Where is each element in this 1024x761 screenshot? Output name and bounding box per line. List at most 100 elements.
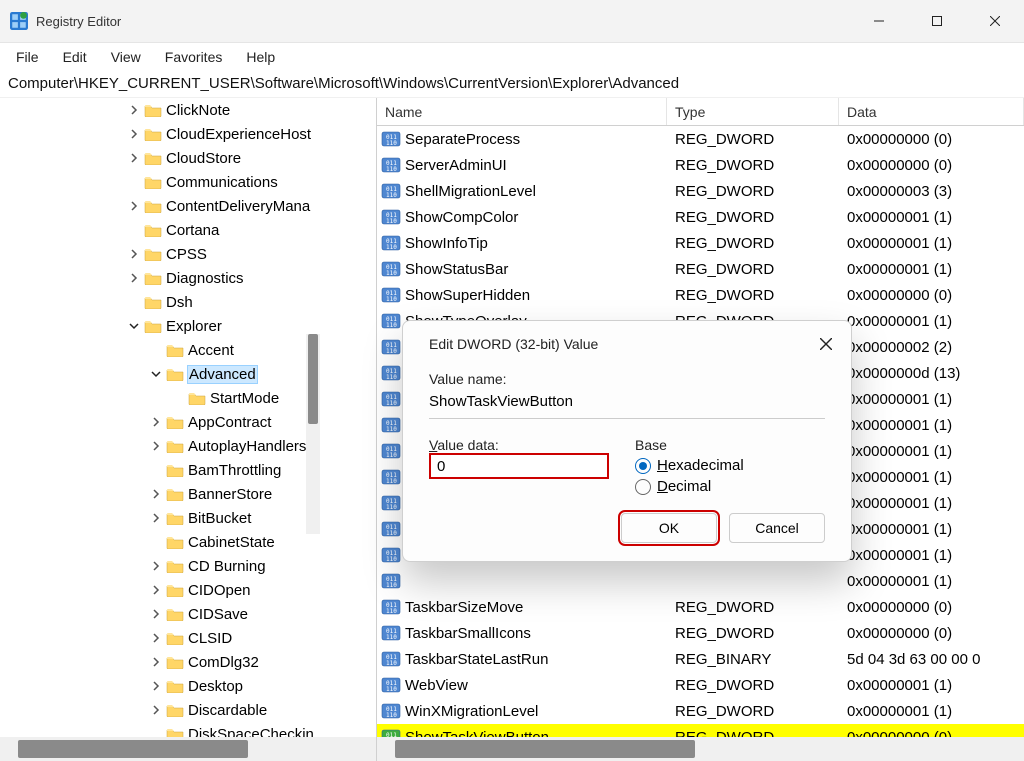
expand-icon[interactable] [126,126,142,142]
expand-icon[interactable] [126,102,142,118]
expand-icon[interactable] [148,654,164,670]
list-row[interactable]: 011110TaskbarSizeMoveREG_DWORD0x00000000… [377,594,1024,620]
expand-icon[interactable] [148,678,164,694]
tree-item[interactable]: CPSS [0,242,376,266]
folder-icon [166,607,184,621]
list-row[interactable]: 011110TaskbarSmallIconsREG_DWORD0x000000… [377,620,1024,646]
value-icon: 011110 [381,416,401,434]
expand-icon[interactable] [126,150,142,166]
tree-item[interactable]: Diagnostics [0,266,376,290]
list-row[interactable]: 011110ShellMigrationLevelREG_DWORD0x0000… [377,178,1024,204]
list-row[interactable]: 011110TaskbarStateLastRunREG_BINARY5d 04… [377,646,1024,672]
tree-item[interactable]: Desktop [0,674,376,698]
tree-item[interactable]: CIDSave [0,602,376,626]
value-name-field: ShowTaskViewButton [429,387,825,419]
value-icon: 011110 [381,182,401,200]
expand-icon[interactable] [126,198,142,214]
value-icon: 011110 [381,390,401,408]
tree-label: CIDSave [188,606,248,623]
menu-favorites[interactable]: Favorites [153,49,235,65]
address-bar[interactable]: Computer\HKEY_CURRENT_USER\Software\Micr… [0,70,1024,98]
folder-icon [144,151,162,165]
tree-horizontal-scrollbar[interactable] [0,737,376,761]
tree-vertical-scrollbar[interactable] [306,334,320,534]
tree-item[interactable]: CLSID [0,626,376,650]
expand-icon[interactable] [148,438,164,454]
tree-item[interactable]: ComDlg32 [0,650,376,674]
tree-item[interactable]: CD Burning [0,554,376,578]
list-row[interactable]: 011110ShowCompColorREG_DWORD0x00000001 (… [377,204,1024,230]
folder-icon [166,631,184,645]
tree-item[interactable]: Communications [0,170,376,194]
column-header-data[interactable]: Data [839,98,1024,125]
cancel-button[interactable]: Cancel [729,513,825,543]
tree-label: CloudExperienceHost [166,126,311,143]
close-button[interactable] [966,0,1024,42]
expand-icon[interactable] [126,318,142,334]
registry-editor-window: Registry Editor File Edit View Favorites… [0,0,1024,761]
value-type: REG_DWORD [667,287,839,304]
list-row[interactable]: 011110ShowTaskViewButtonREG_DWORD0x00000… [377,724,1024,737]
expand-icon[interactable] [126,270,142,286]
list-row[interactable]: 011110WebViewREG_DWORD0x00000001 (1) [377,672,1024,698]
value-icon: 011110 [381,572,401,590]
tree-item[interactable]: DiskSpaceCheckin [0,722,376,737]
tree-label: CLSID [188,630,232,647]
value-type: REG_DWORD [667,235,839,252]
ok-button[interactable]: OK [621,513,717,543]
menu-edit[interactable]: Edit [51,49,99,65]
expand-icon[interactable] [148,510,164,526]
expand-icon[interactable] [148,558,164,574]
svg-text:110: 110 [386,556,397,563]
expand-icon[interactable] [126,246,142,262]
list-row[interactable]: 011110ShowStatusBarREG_DWORD0x00000001 (… [377,256,1024,282]
value-icon: 011110 [381,208,401,226]
dialog-close-button[interactable] [813,331,839,357]
tree-item[interactable]: ContentDeliveryMana [0,194,376,218]
list-row[interactable]: 011110ServerAdminUIREG_DWORD0x00000000 (… [377,152,1024,178]
tree-item[interactable]: ClickNote [0,98,376,122]
list-row[interactable]: 011110ShowSuperHiddenREG_DWORD0x00000000… [377,282,1024,308]
tree-item[interactable]: Cortana [0,218,376,242]
value-name: ShellMigrationLevel [405,183,536,200]
radio-hexadecimal[interactable]: Hexadecimal [635,457,825,474]
dialog-title: Edit DWORD (32-bit) Value [429,336,598,352]
minimize-button[interactable] [850,0,908,42]
value-name: ShowStatusBar [405,261,508,278]
maximize-button[interactable] [908,0,966,42]
tree-label: Discardable [188,702,267,719]
expand-icon [148,726,164,737]
expand-icon[interactable] [148,630,164,646]
tree-label: BitBucket [188,510,251,527]
tree-item[interactable]: Discardable [0,698,376,722]
list-row[interactable]: 0111100x00000001 (1) [377,568,1024,594]
value-data: 0x00000000 (0) [839,131,1024,148]
expand-icon[interactable] [148,486,164,502]
list-horizontal-scrollbar[interactable] [377,737,1024,761]
expand-icon [170,390,186,406]
expand-icon[interactable] [148,414,164,430]
expand-icon[interactable] [148,606,164,622]
expand-icon[interactable] [148,366,164,382]
folder-icon [144,319,162,333]
tree-item[interactable]: Dsh [0,290,376,314]
value-icon: 011110 [381,494,401,512]
tree-item[interactable]: CloudStore [0,146,376,170]
column-header-type[interactable]: Type [667,98,839,125]
list-row[interactable]: 011110ShowInfoTipREG_DWORD0x00000001 (1) [377,230,1024,256]
tree-item[interactable]: CIDOpen [0,578,376,602]
value-data-input[interactable] [429,453,609,479]
expand-icon[interactable] [148,582,164,598]
radio-decimal[interactable]: Decimal [635,478,825,495]
menu-help[interactable]: Help [234,49,287,65]
menu-file[interactable]: File [4,49,51,65]
svg-text:110: 110 [386,530,397,537]
list-row[interactable]: 011110WinXMigrationLevelREG_DWORD0x00000… [377,698,1024,724]
tree-label: ClickNote [166,102,230,119]
expand-icon [126,222,142,238]
column-header-name[interactable]: Name [377,98,667,125]
tree-item[interactable]: CloudExperienceHost [0,122,376,146]
menu-view[interactable]: View [99,49,153,65]
list-row[interactable]: 011110SeparateProcessREG_DWORD0x00000000… [377,126,1024,152]
expand-icon[interactable] [148,702,164,718]
